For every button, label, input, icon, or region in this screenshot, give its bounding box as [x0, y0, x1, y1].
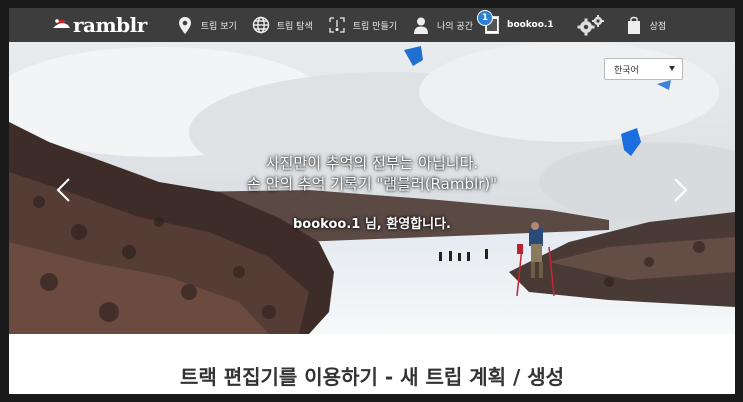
nav-explore-trips[interactable]: 트립 탐색: [251, 8, 313, 42]
nav-shop[interactable]: 상점: [624, 8, 667, 42]
nav-label: 트립 탐색: [276, 21, 313, 32]
hero-banner: 한국어 사진만이 추억의 전부는 아닙니다. 손 안의 추억 기록기 "램블러(…: [9, 42, 735, 334]
nav-label: 나의 공간: [437, 21, 473, 32]
welcome-message: bookoo.1 님, 환영합니다.: [293, 217, 451, 232]
language-select[interactable]: 한국어: [604, 58, 683, 80]
app-frame: ramblr 트립 보기 트립 탐색 트립 만들기 나의 공간 1 bookoo…: [9, 8, 735, 394]
nav-my-space[interactable]: 나의 공간: [411, 8, 473, 42]
nav-view-trips[interactable]: 트립 보기: [175, 8, 237, 42]
user-name: bookoo.1: [507, 20, 554, 30]
globe-icon: [251, 15, 271, 35]
user-menu[interactable]: 1 bookoo.1: [477, 8, 554, 42]
logo-text: ramblr: [73, 13, 147, 37]
nav-label: 트립 만들기: [352, 21, 398, 32]
chevron-down-icon: [669, 66, 675, 71]
language-value: 한국어: [614, 65, 639, 76]
hero-tagline-1: 사진만이 추억의 전부는 아닙니다.: [265, 154, 479, 172]
shopping-bag-icon: [624, 15, 644, 35]
gears-icon[interactable]: [576, 14, 606, 36]
create-trip-icon: [327, 15, 347, 35]
logo[interactable]: ramblr: [51, 8, 147, 42]
top-nav: ramblr 트립 보기 트립 탐색 트립 만들기 나의 공간 1 bookoo…: [9, 8, 735, 42]
nav-label: 상점: [649, 21, 667, 32]
user-icon: [411, 15, 431, 35]
map-pin-icon: [175, 15, 195, 35]
nav-label: 트립 보기: [200, 21, 237, 32]
nav-create-trip[interactable]: 트립 만들기: [327, 8, 397, 42]
hero-tagline-2: 손 안의 추억 기록기 "램블러(Ramblr)": [246, 175, 498, 193]
section-title: 트랙 편집기를 이용하기 - 새 트립 계획 / 생성: [179, 365, 565, 389]
logo-hat-icon: [53, 19, 70, 28]
notification-badge[interactable]: 1: [477, 10, 493, 26]
